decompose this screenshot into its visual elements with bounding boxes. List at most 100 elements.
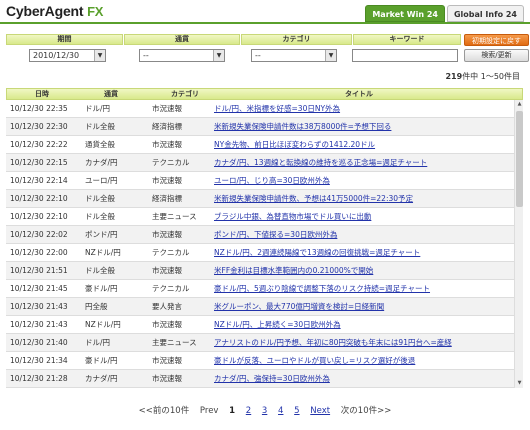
header: CyberAgent FX Market Win 24 Global Info … xyxy=(0,0,530,22)
table-row: 10/12/30 22:14 ユーロ/円 市況速報 ユーロ/円、じり高=30日欧州外為 xyxy=(6,172,514,190)
table-header: 日時 通貨 カテゴリ タイトル xyxy=(6,88,523,100)
tab-market-win-24[interactable]: Market Win 24 xyxy=(365,5,445,22)
page-2[interactable]: 2 xyxy=(246,406,251,416)
table-row: 10/12/30 21:43 円全般 要人発言 米グルーポン、最大770億円増資を検討… xyxy=(6,298,514,316)
page-3[interactable]: 3 xyxy=(262,406,267,416)
category-select[interactable]: -- ▼ xyxy=(251,49,337,62)
row-currency: 通貨全般 xyxy=(85,140,115,149)
row-title-link[interactable]: ユーロ/円、じり高=30日欧州外為 xyxy=(214,172,510,190)
row-category: 主要ニュース xyxy=(152,212,197,221)
prev-10-link[interactable]: <<前の10件 xyxy=(139,406,190,416)
row-category: 要人発言 xyxy=(152,302,182,311)
page-4[interactable]: 4 xyxy=(278,406,283,416)
column-header-category: カテゴリ xyxy=(171,90,199,98)
pagination: <<前の10件 Prev 1 2 3 4 5 Next 次の10件>> xyxy=(0,404,530,416)
row-title-link[interactable]: NY金先物、前日比ほぼ変わらずの1412.20ドル xyxy=(214,136,510,154)
row-datetime: 10/12/30 22:35 xyxy=(10,104,68,113)
row-title-link[interactable]: ポンド/円、下値探る=30日欧州外為 xyxy=(214,226,510,244)
row-currency: ドル全般 xyxy=(85,122,115,131)
date-select[interactable]: 2010/12/30 ▼ xyxy=(29,49,106,62)
row-title-link[interactable]: 米グルーポン、最大770億円増資を検討=日経新聞 xyxy=(214,298,510,316)
row-title-link[interactable]: ブラジル中銀、為替直物市場でドル買いに出動 xyxy=(214,208,510,226)
column-header-datetime: 日時 xyxy=(35,90,49,98)
row-currency: 豪ドル/円 xyxy=(85,356,118,365)
table-row: 10/12/30 22:35 ドル/円 市況速報 ドル/円、米指標を好感=30日NY外… xyxy=(6,100,514,118)
table-row: 10/12/30 22:30 ドル全般 経済指標 米新規失業保険申請件数は38万800… xyxy=(6,118,514,136)
filter-panel: 期間 通貨 カテゴリ キーワード 2010/12/30 ▼ -- ▼ -- ▼ … xyxy=(6,34,529,62)
table-row: 10/12/30 22:10 ドル全般 主要ニュース ブラジル中銀、為替直物市場でドル… xyxy=(6,208,514,226)
table-row: 10/12/30 21:34 豪ドル/円 市況速報 豪ドルが反落、ユーロやドルが買い戻… xyxy=(6,352,514,370)
chevron-down-icon: ▼ xyxy=(325,50,336,61)
row-title-link[interactable]: ドル/円、米指標を好感=30日NY外為 xyxy=(214,100,510,118)
row-datetime: 10/12/30 21:51 xyxy=(10,266,68,275)
header-tabs: Market Win 24 Global Info 24 xyxy=(365,5,524,22)
row-category: 経済指標 xyxy=(152,122,182,131)
row-title-link[interactable]: 豪ドル/円、5週ぶり陰線で調整下落のリスク持続=週足チャート xyxy=(214,280,510,298)
row-datetime: 10/12/30 22:15 xyxy=(10,158,68,167)
column-header-currency: 通貨 xyxy=(104,90,118,98)
table-row: 10/12/30 22:02 ポンド/円 市況速報 ポンド/円、下値探る=30日欧州外… xyxy=(6,226,514,244)
row-category: 市況速報 xyxy=(152,140,182,149)
next-10-link[interactable]: 次の10件>> xyxy=(341,406,392,416)
filter-header-keyword: キーワード xyxy=(353,34,461,45)
search-refresh-button[interactable]: 検索/更新 xyxy=(464,49,529,62)
filter-header-period: 期間 xyxy=(6,34,123,45)
row-datetime: 10/12/30 21:43 xyxy=(10,320,68,329)
scroll-up-icon[interactable]: ▲ xyxy=(515,100,524,109)
chevron-down-icon: ▼ xyxy=(213,50,224,61)
row-currency: ドル全般 xyxy=(85,266,115,275)
currency-select[interactable]: -- ▼ xyxy=(139,49,225,62)
filter-header-currency: 通貨 xyxy=(124,34,240,45)
row-title-link[interactable]: 米FF金利は目標水準範囲内の0.21000%で開始 xyxy=(214,262,510,280)
row-category: 市況速報 xyxy=(152,104,182,113)
result-count: 219件中 1〜50件目 xyxy=(445,72,520,81)
table-row: 10/12/30 22:15 カナダ/円 テクニカル カナダ/円、13週線と転換線の維… xyxy=(6,154,514,172)
row-title-link[interactable]: 豪ドルが反落、ユーロやドルが買い戻し=リスク選好が後退 xyxy=(214,352,510,370)
row-datetime: 10/12/30 21:43 xyxy=(10,302,68,311)
scrollbar[interactable]: ▲ ▼ xyxy=(514,100,523,388)
currency-select-value: -- xyxy=(143,51,149,60)
row-title-link[interactable]: NZドル/円、2週連続陽線で13週線の回復挑戦=週足チャート xyxy=(214,244,510,262)
row-currency: ユーロ/円 xyxy=(85,176,118,185)
table-row: 10/12/30 21:51 ドル全般 市況速報 米FF金利は目標水準範囲内の0.21… xyxy=(6,262,514,280)
row-category: 市況速報 xyxy=(152,356,182,365)
row-currency: ドル/円 xyxy=(85,104,111,113)
scrollbar-thumb[interactable] xyxy=(516,111,523,207)
row-currency: 豪ドル/円 xyxy=(85,284,118,293)
row-category: 市況速報 xyxy=(152,266,182,275)
row-currency: カナダ/円 xyxy=(85,158,118,167)
prev-link[interactable]: Prev xyxy=(200,406,219,416)
row-category: テクニカル xyxy=(152,158,190,167)
table-row: 10/12/30 22:10 ドル全般 経済指標 米新規失業保険申請件数、予想は41万… xyxy=(6,190,514,208)
row-title-link[interactable]: NZドル/円、上昇続く=30日欧州外為 xyxy=(214,316,510,334)
row-datetime: 10/12/30 22:02 xyxy=(10,230,68,239)
column-header-title: タイトル xyxy=(345,90,373,98)
next-link[interactable]: Next xyxy=(310,406,330,416)
date-select-value: 2010/12/30 xyxy=(33,51,80,60)
row-category: 市況速報 xyxy=(152,230,182,239)
row-category: 市況速報 xyxy=(152,374,182,383)
table-row: 10/12/30 22:00 NZドル/円 テクニカル NZドル/円、2週連続陽線で1… xyxy=(6,244,514,262)
row-datetime: 10/12/30 21:28 xyxy=(10,374,68,383)
row-category: テクニカル xyxy=(152,248,190,257)
row-datetime: 10/12/30 22:10 xyxy=(10,194,68,203)
row-title-link[interactable]: カナダ/円、強保持=30日欧州外為 xyxy=(214,370,510,388)
row-title-link[interactable]: アナリストのドル/円予想、年初に80円突破も年末には91円台へ=産経 xyxy=(214,334,510,352)
page-5[interactable]: 5 xyxy=(294,406,299,416)
row-currency: 円全般 xyxy=(85,302,108,311)
row-title-link[interactable]: 米新規失業保険申請件数は38万8000件=予想下回る xyxy=(214,118,510,136)
row-currency: NZドル/円 xyxy=(85,320,121,329)
row-category: 市況速報 xyxy=(152,320,182,329)
row-datetime: 10/12/30 22:22 xyxy=(10,140,68,149)
scroll-down-icon[interactable]: ▼ xyxy=(515,379,524,388)
row-datetime: 10/12/30 22:14 xyxy=(10,176,68,185)
category-select-value: -- xyxy=(255,51,261,60)
table-row: 10/12/30 22:22 通貨全般 市況速報 NY金先物、前日比ほぼ変わらずの14… xyxy=(6,136,514,154)
row-title-link[interactable]: カナダ/円、13週線と転換線の維持を巡る正念場=週足チャート xyxy=(214,154,510,172)
row-title-link[interactable]: 米新規失業保険申請件数、予想は41万5000件=22:30予定 xyxy=(214,190,510,208)
keyword-input[interactable] xyxy=(352,49,458,62)
table-row: 10/12/30 21:40 ドル/円 主要ニュース アナリストのドル/円予想、年初に… xyxy=(6,334,514,352)
tab-global-info-24[interactable]: Global Info 24 xyxy=(446,5,524,22)
row-currency: ポンド/円 xyxy=(85,230,118,239)
reset-defaults-button[interactable]: 初期設定に戻す xyxy=(464,34,529,46)
